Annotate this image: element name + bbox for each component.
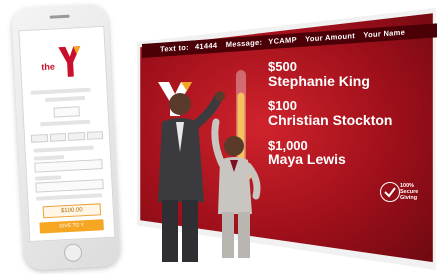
form-text-line <box>40 119 91 127</box>
smartphone-mockup: the $100.00 GIVE TO Y <box>11 3 121 271</box>
text-to-label: Text to: <box>160 42 189 54</box>
donor-amount: $100 <box>268 98 297 114</box>
form-text-line <box>33 145 94 153</box>
checkmark-icon <box>380 182 400 202</box>
ymca-logo: the <box>38 42 90 85</box>
frequency-tabs <box>30 131 104 143</box>
event-screen: Text to: 41444 Message: YCAMP Your Amount … <box>118 8 437 270</box>
donor-entry: $1,000 Maya Lewis <box>268 139 428 167</box>
home-button[interactable] <box>63 243 83 263</box>
amount-selector[interactable] <box>53 106 80 118</box>
donor-name: Stephanie King <box>268 72 370 89</box>
form-label-line <box>33 155 65 161</box>
donor-name: Maya Lewis <box>268 151 346 168</box>
tab-option[interactable] <box>30 133 48 143</box>
tab-option[interactable] <box>86 131 104 140</box>
give-button[interactable]: GIVE TO Y <box>39 219 104 234</box>
secure-giving-badge: 100% Secure Giving <box>380 180 426 202</box>
form-heading-line <box>30 87 91 95</box>
donor-name: Christian Stockton <box>268 111 393 128</box>
text-to-number: 41444 <box>194 40 218 52</box>
donor-amount: $500 <box>268 59 297 74</box>
form-text-line <box>36 193 103 201</box>
message-value: YCAMP <box>268 35 297 47</box>
people-high-five-illustration <box>158 91 261 262</box>
form-label-line <box>35 175 62 181</box>
donor-amount: $1,000 <box>268 137 308 153</box>
form-subheading-line <box>44 95 86 103</box>
payment-field[interactable] <box>35 179 104 193</box>
amount-display: $100.00 <box>42 203 102 219</box>
phone-screen: the $100.00 GIVE TO Y <box>18 25 116 243</box>
logo-the-text: the <box>41 61 56 73</box>
message-label: Message: <box>225 37 263 50</box>
donor-entry: $100 Christian Stockton <box>268 99 428 127</box>
tab-option[interactable] <box>67 132 85 141</box>
name-placeholder: Your Name <box>363 27 406 40</box>
donor-entry: $500 Stephanie King <box>268 60 428 88</box>
badge-line-3: Giving <box>400 195 418 202</box>
tab-option[interactable] <box>49 133 67 142</box>
phone-speaker <box>49 14 70 19</box>
donor-list: $500 Stephanie King $100 Christian Stock… <box>268 60 428 178</box>
amount-placeholder: Your Amount <box>305 31 356 44</box>
name-field[interactable] <box>34 159 103 173</box>
badge-text: 100% Secure Giving <box>400 183 426 201</box>
